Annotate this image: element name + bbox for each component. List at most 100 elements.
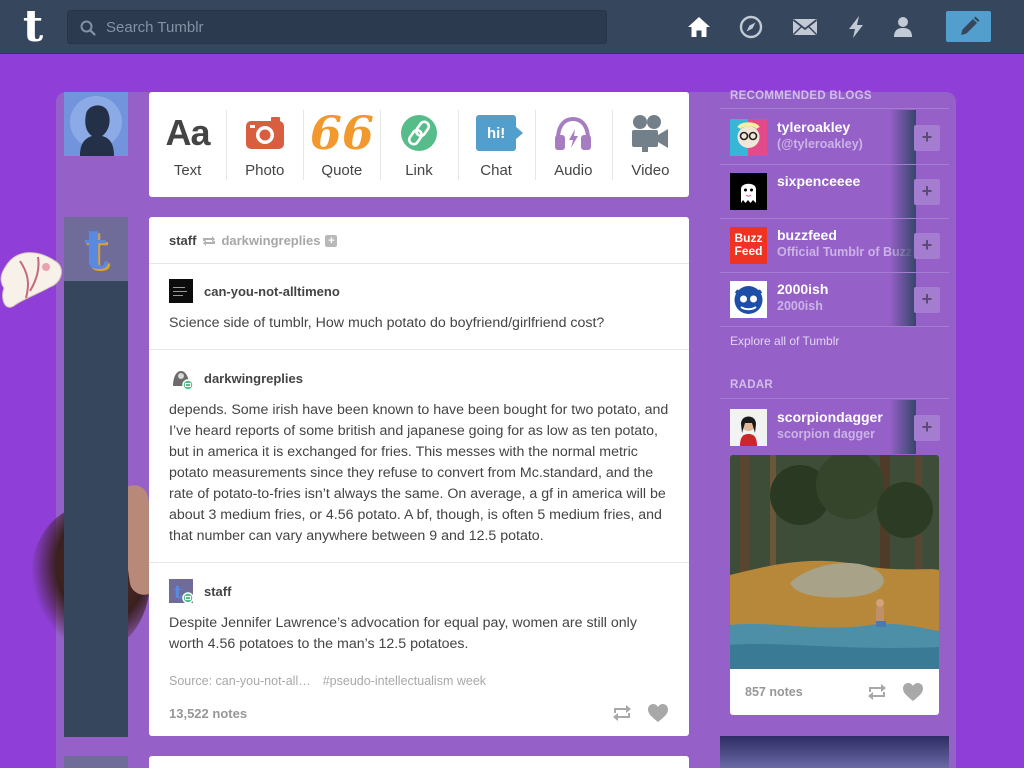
search-box[interactable] <box>67 10 607 44</box>
sidebar-divider <box>720 398 949 399</box>
post-tag[interactable]: #pseudo-intellectualism week <box>323 674 486 688</box>
blog-name[interactable]: tyleroakley <box>777 119 850 135</box>
sidebar-bottom-image <box>720 736 949 768</box>
blog-avatar[interactable] <box>730 119 767 156</box>
post-type-video[interactable]: Video <box>611 92 689 197</box>
post-type-audio[interactable]: Audio <box>534 92 612 197</box>
compose-post-button[interactable] <box>946 11 991 42</box>
blog-avatar[interactable] <box>730 281 767 318</box>
trail-username[interactable]: can-you-not-alltimeno <box>204 284 340 299</box>
post-actions <box>611 703 669 723</box>
activity-lightning-icon[interactable] <box>842 13 870 41</box>
fade-overlay <box>890 218 916 272</box>
radar-post-card: 857 notes <box>730 455 939 715</box>
radar-post-image[interactable] <box>730 455 939 669</box>
blog-avatar[interactable] <box>730 409 767 446</box>
home-icon[interactable] <box>685 13 713 41</box>
post-avatar-column <box>64 217 128 737</box>
follow-plus-icon[interactable]: + <box>325 234 338 247</box>
headphones-icon <box>555 116 592 150</box>
quote-icon: 66 <box>303 110 380 156</box>
chat-bubble-tail <box>515 126 524 140</box>
like-heart-icon[interactable] <box>902 682 924 702</box>
tumblr-logo[interactable]: t <box>17 5 49 49</box>
chat-icon: hi! <box>458 110 535 156</box>
post-divider <box>149 349 689 350</box>
follow-button[interactable]: + <box>914 233 940 259</box>
reblogged-from-link[interactable]: darkwingreplies <box>221 233 320 248</box>
explore-compass-icon[interactable] <box>737 13 765 41</box>
blog-name[interactable]: buzzfeed <box>777 227 837 243</box>
user-avatar[interactable] <box>64 92 128 156</box>
post-type-label: Photo <box>245 162 285 179</box>
recommended-blogs-title: RECOMMENDED BLOGS <box>730 90 872 102</box>
staff-avatar-letter: t <box>83 217 109 281</box>
recommended-blog-2000ish[interactable]: 2000ish 2000ish + <box>730 272 940 326</box>
staff-blog-avatar[interactable]: t <box>64 217 128 281</box>
next-post-card <box>149 756 689 768</box>
trail-username[interactable]: staff <box>204 584 231 599</box>
source-link[interactable]: Source: can-you-not-all… <box>169 674 311 688</box>
post-author-link[interactable]: staff <box>169 233 196 248</box>
reblog-icon[interactable] <box>611 703 633 723</box>
post-type-chat[interactable]: hi! Chat <box>457 92 535 197</box>
post-notes-count[interactable]: 13,522 notes <box>169 706 247 721</box>
svg-text:t: t <box>174 582 183 603</box>
trail-username[interactable]: darkwingreplies <box>204 371 303 386</box>
blog-avatar[interactable]: Buzz Feed <box>730 227 767 264</box>
trail-body-text: Science side of tumblr, How much potato … <box>169 315 605 331</box>
next-post-avatar[interactable] <box>64 756 128 768</box>
sidebar-divider <box>720 272 949 273</box>
post-type-photo[interactable]: Photo <box>226 92 303 197</box>
follow-button[interactable]: + <box>914 415 940 441</box>
post-source: Source: can-you-not-all… #pseudo-intellec… <box>169 674 486 688</box>
recommended-blog-tyleroakley[interactable]: tyleroakley (@tyleroakley) + <box>730 110 940 164</box>
post-header: staff darkwingreplies + <box>169 233 338 248</box>
fade-overlay <box>890 164 916 218</box>
inbox-mail-icon[interactable] <box>791 13 819 41</box>
sidebar-divider <box>720 218 949 219</box>
trail-item-header: darkwingreplies <box>169 366 303 391</box>
post-type-label: Quote <box>321 162 363 179</box>
like-heart-icon[interactable] <box>647 703 669 723</box>
search-input[interactable] <box>106 11 596 43</box>
recommended-blog-sixpenceeee[interactable]: sixpenceeee + <box>730 164 940 218</box>
radar-post-actions <box>866 682 924 702</box>
radar-notes-count[interactable]: 857 notes <box>745 685 803 699</box>
sidebar-divider <box>720 108 949 109</box>
blog-name[interactable]: 2000ish <box>777 281 828 297</box>
post-type-label: Audio <box>554 162 593 179</box>
account-person-icon[interactable] <box>889 13 917 41</box>
text-icon-glyph: Aa <box>165 112 211 153</box>
trail-avatar-staff[interactable]: t <box>169 579 194 604</box>
video-camera-icon <box>632 115 669 152</box>
text-icon: Aa <box>149 110 226 156</box>
sidebar-divider <box>720 326 949 327</box>
post-divider <box>149 263 689 264</box>
reblog-small-icon <box>203 235 216 246</box>
top-navigation-bar: t <box>0 0 1024 54</box>
post-type-label: Video <box>631 162 670 179</box>
trail-avatar-can-you-not-alltimeno[interactable] <box>169 279 193 303</box>
follow-button[interactable]: + <box>914 287 940 313</box>
dashboard-post: staff darkwingreplies + can-you-not-allt… <box>149 217 689 736</box>
link-icon <box>400 115 437 151</box>
post-type-text[interactable]: Aa Text <box>149 92 226 197</box>
follow-button[interactable]: + <box>914 125 940 151</box>
trail-avatar-darkwingreplies[interactable] <box>169 366 194 391</box>
radar-title: RADAR <box>730 379 774 391</box>
trail-item-header: t staff <box>169 579 231 604</box>
post-type-link[interactable]: Link <box>380 92 457 197</box>
follow-button[interactable]: + <box>914 179 940 205</box>
blog-avatar[interactable] <box>730 173 767 210</box>
reblog-icon[interactable] <box>866 682 888 702</box>
blog-name[interactable]: scorpiondagger <box>777 409 883 425</box>
post-divider <box>149 562 689 563</box>
radar-blog-scorpiondagger[interactable]: scorpiondagger scorpion dagger + <box>730 400 940 454</box>
post-type-label: Link <box>405 162 433 179</box>
recommended-blog-buzzfeed[interactable]: Buzz Feed buzzfeed Official Tumblr of Bu… <box>730 218 940 272</box>
post-type-quote[interactable]: 66 Quote <box>303 92 380 197</box>
blog-name[interactable]: sixpenceeee <box>777 173 860 189</box>
fade-overlay <box>890 110 916 164</box>
explore-all-link[interactable]: Explore all of Tumblr <box>730 334 839 348</box>
